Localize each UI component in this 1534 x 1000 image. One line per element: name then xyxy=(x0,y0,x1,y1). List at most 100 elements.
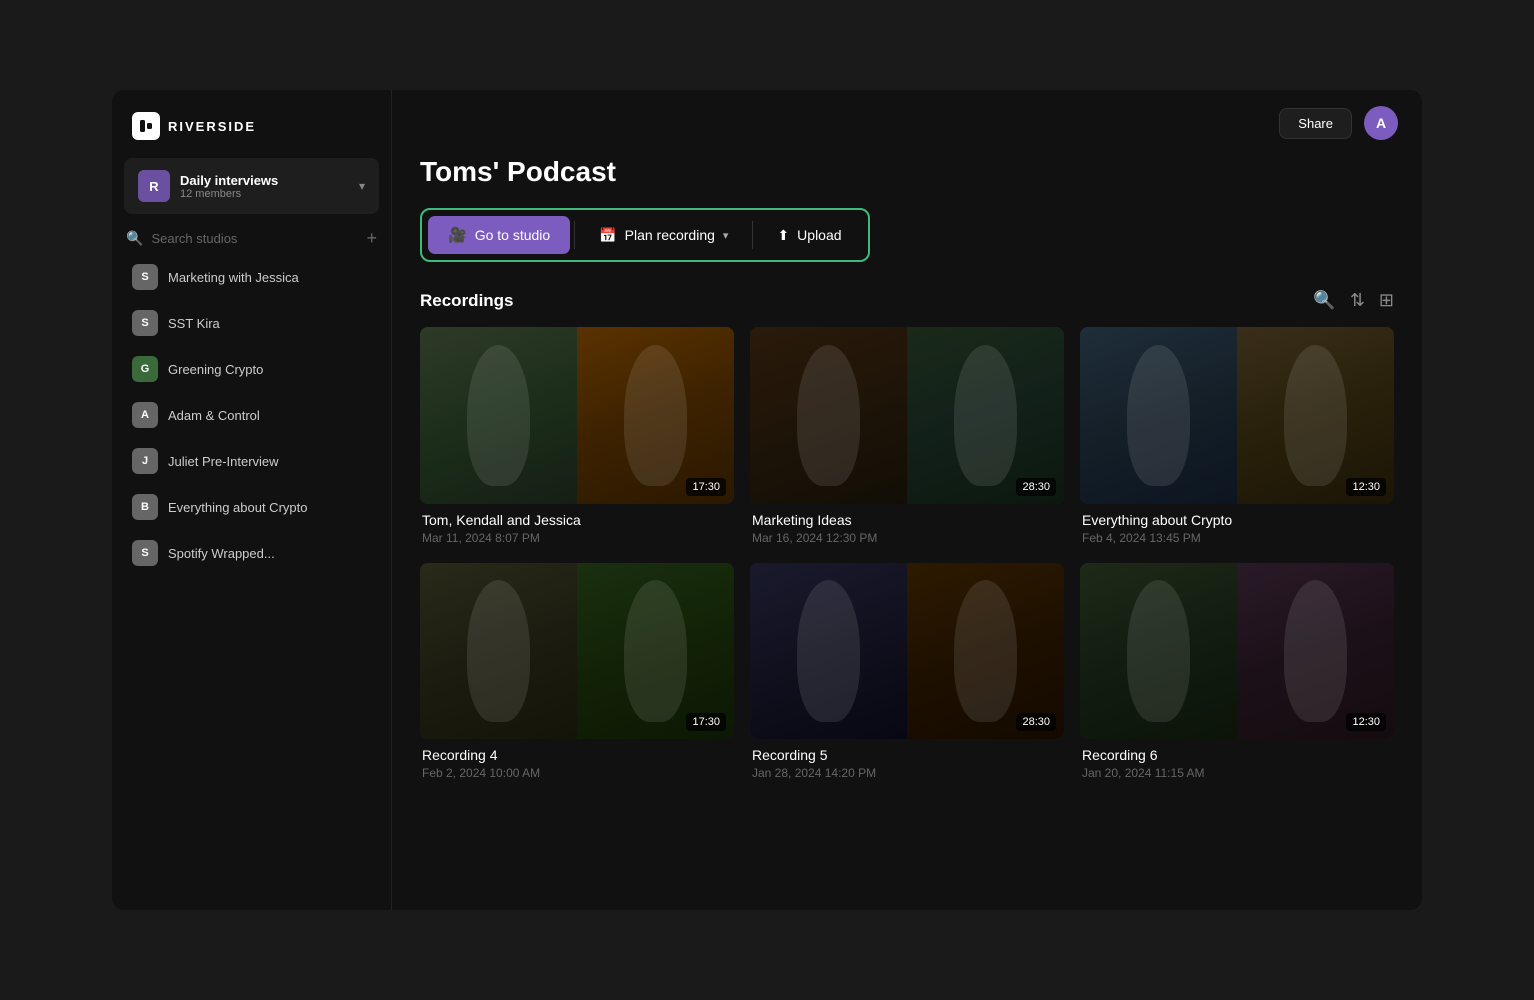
studio-name: Adam & Control xyxy=(168,408,260,423)
sidebar: RIVERSIDE R Daily interviews 12 members … xyxy=(112,90,392,910)
add-studio-icon[interactable]: + xyxy=(366,228,377,249)
divider2 xyxy=(752,221,753,249)
studio-avatar: S xyxy=(132,310,158,336)
recording-info: Tom, Kendall and Jessica Mar 11, 2024 8:… xyxy=(420,504,734,547)
thumb-left xyxy=(420,563,577,740)
plan-recording-chevron-icon: ▾ xyxy=(723,229,729,242)
recording-thumbnail: 28:30 xyxy=(750,327,1064,504)
search-studios-label: Search studios xyxy=(151,231,358,246)
person-left xyxy=(750,327,907,504)
recording-card[interactable]: 28:30 Recording 5 Jan 28, 2024 14:20 PM xyxy=(750,563,1064,783)
sidebar-item-studio[interactable]: S Marketing with Jessica xyxy=(120,255,383,299)
recording-info: Marketing Ideas Mar 16, 2024 12:30 PM xyxy=(750,504,1064,547)
sidebar-item-studio[interactable]: S Spotify Wrapped... xyxy=(120,531,383,575)
duration-badge: 12:30 xyxy=(1346,713,1386,731)
recording-card[interactable]: 12:30 Recording 6 Jan 20, 2024 11:15 AM xyxy=(1080,563,1394,783)
user-avatar[interactable]: A xyxy=(1364,106,1398,140)
sort-icon[interactable]: ⇅ xyxy=(1350,290,1365,311)
logo-text: RIVERSIDE xyxy=(168,119,256,134)
recording-name: Everything about Crypto xyxy=(1082,512,1392,528)
studio-name: Marketing with Jessica xyxy=(168,270,299,285)
sidebar-item-studio[interactable]: A Adam & Control xyxy=(120,393,383,437)
thumb-left xyxy=(420,327,577,504)
search-recordings-icon[interactable]: 🔍 xyxy=(1313,290,1335,311)
recording-date: Jan 28, 2024 14:20 PM xyxy=(752,766,1062,780)
grid-view-icon[interactable]: ⊞ xyxy=(1379,290,1394,311)
search-studios-row[interactable]: 🔍 Search studios + xyxy=(112,222,391,255)
recording-name: Recording 5 xyxy=(752,747,1062,763)
recording-date: Feb 4, 2024 13:45 PM xyxy=(1082,531,1392,545)
workspace-info: Daily interviews 12 members xyxy=(180,173,349,200)
chevron-down-icon: ▾ xyxy=(359,179,365,193)
thumb-left xyxy=(750,563,907,740)
workspace-header[interactable]: R Daily interviews 12 members ▾ xyxy=(124,158,379,214)
recording-info: Recording 5 Jan 28, 2024 14:20 PM xyxy=(750,739,1064,782)
sidebar-item-studio[interactable]: B Everything about Crypto xyxy=(120,485,383,529)
thumb-left xyxy=(750,327,907,504)
recording-name: Tom, Kendall and Jessica xyxy=(422,512,732,528)
studio-name: Everything about Crypto xyxy=(168,500,307,515)
workspace-name: Daily interviews xyxy=(180,173,349,188)
studio-avatar: S xyxy=(132,540,158,566)
person-left xyxy=(750,563,907,740)
sidebar-item-studio[interactable]: S SST Kira xyxy=(120,301,383,345)
recording-date: Mar 16, 2024 12:30 PM xyxy=(752,531,1062,545)
recording-thumbnail: 12:30 xyxy=(1080,563,1394,740)
recording-thumbnail: 28:30 xyxy=(750,563,1064,740)
recording-card[interactable]: 17:30 Tom, Kendall and Jessica Mar 11, 2… xyxy=(420,327,734,547)
plan-recording-button[interactable]: 📅 Plan recording ▾ xyxy=(579,217,748,254)
recording-card[interactable]: 12:30 Everything about Crypto Feb 4, 202… xyxy=(1080,327,1394,547)
main-content: Share A Toms' Podcast 🎥 Go to studio 📅 P… xyxy=(392,90,1422,910)
share-button[interactable]: Share xyxy=(1279,108,1352,139)
studio-avatar: G xyxy=(132,356,158,382)
sidebar-item-studio[interactable]: J Juliet Pre-Interview xyxy=(120,439,383,483)
person-left xyxy=(1080,327,1237,504)
top-bar: Share A xyxy=(392,90,1422,156)
app-container: RIVERSIDE R Daily interviews 12 members … xyxy=(112,90,1422,910)
divider xyxy=(574,221,575,249)
goto-studio-label: Go to studio xyxy=(475,227,551,243)
studio-list: S Marketing with Jessica S SST Kira G Gr… xyxy=(112,255,391,575)
recording-thumbnail: 17:30 xyxy=(420,563,734,740)
recordings-grid: 17:30 Tom, Kendall and Jessica Mar 11, 2… xyxy=(420,327,1394,782)
duration-badge: 17:30 xyxy=(686,713,726,731)
studio-avatar: B xyxy=(132,494,158,520)
thumb-left xyxy=(1080,327,1237,504)
person-left xyxy=(420,327,577,504)
upload-icon: ⬆ xyxy=(777,227,789,244)
logo-area: RIVERSIDE xyxy=(112,90,391,158)
person-left xyxy=(420,563,577,740)
recording-date: Feb 2, 2024 10:00 AM xyxy=(422,766,732,780)
calendar-icon: 📅 xyxy=(599,227,616,244)
recording-name: Recording 4 xyxy=(422,747,732,763)
sidebar-item-studio[interactable]: G Greening Crypto xyxy=(120,347,383,391)
goto-studio-button[interactable]: 🎥 Go to studio xyxy=(428,216,570,254)
content-area: Toms' Podcast 🎥 Go to studio 📅 Plan reco… xyxy=(392,156,1422,910)
recording-thumbnail: 12:30 xyxy=(1080,327,1394,504)
recordings-actions: 🔍 ⇅ ⊞ xyxy=(1313,290,1394,311)
recording-card[interactable]: 28:30 Marketing Ideas Mar 16, 2024 12:30… xyxy=(750,327,1064,547)
recording-info: Recording 4 Feb 2, 2024 10:00 AM xyxy=(420,739,734,782)
studio-avatar: J xyxy=(132,448,158,474)
studio-name: Spotify Wrapped... xyxy=(168,546,275,561)
logo-icon xyxy=(132,112,160,140)
duration-badge: 28:30 xyxy=(1016,713,1056,731)
recording-date: Mar 11, 2024 8:07 PM xyxy=(422,531,732,545)
recording-info: Everything about Crypto Feb 4, 2024 13:4… xyxy=(1080,504,1394,547)
workspace-members: 12 members xyxy=(180,188,349,200)
duration-badge: 17:30 xyxy=(686,478,726,496)
recording-name: Recording 6 xyxy=(1082,747,1392,763)
duration-badge: 28:30 xyxy=(1016,478,1056,496)
camera-icon: 🎥 xyxy=(448,226,467,244)
plan-recording-label: Plan recording xyxy=(625,227,715,243)
upload-button[interactable]: ⬆ Upload xyxy=(757,217,861,254)
recording-thumbnail: 17:30 xyxy=(420,327,734,504)
action-toolbar: 🎥 Go to studio 📅 Plan recording ▾ ⬆ Uplo… xyxy=(420,208,870,262)
recordings-header: Recordings 🔍 ⇅ ⊞ xyxy=(420,290,1394,311)
recording-info: Recording 6 Jan 20, 2024 11:15 AM xyxy=(1080,739,1394,782)
recordings-section-title: Recordings xyxy=(420,291,514,311)
recording-name: Marketing Ideas xyxy=(752,512,1062,528)
page-title: Toms' Podcast xyxy=(420,156,1394,188)
recording-card[interactable]: 17:30 Recording 4 Feb 2, 2024 10:00 AM xyxy=(420,563,734,783)
studio-name: Greening Crypto xyxy=(168,362,263,377)
